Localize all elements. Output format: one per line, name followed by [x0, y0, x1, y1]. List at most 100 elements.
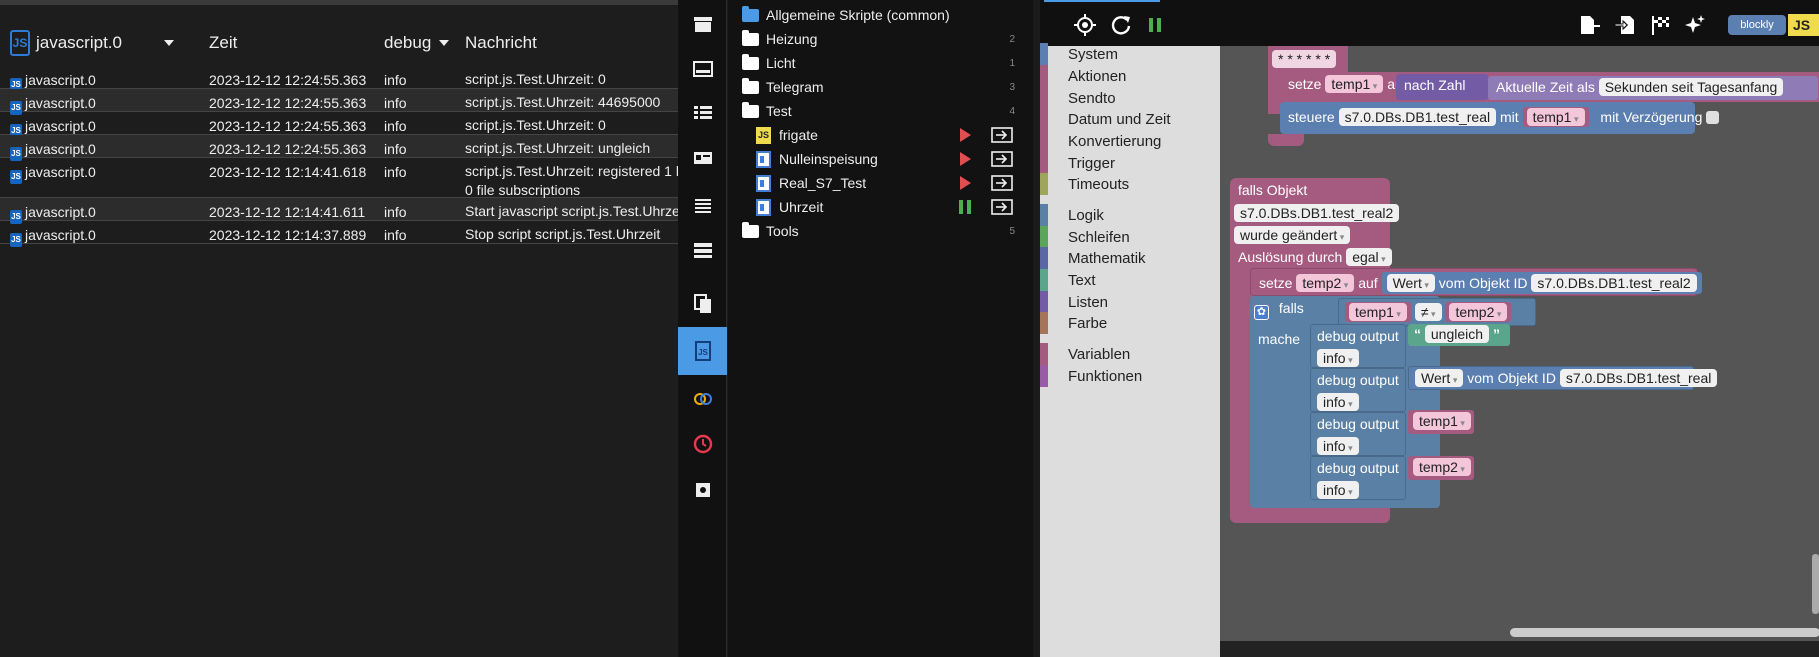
gear-icon[interactable]: ✿ — [1254, 305, 1269, 320]
setze-temp2-block[interactable]: setze temp2 auf Wert vom Objekt ID s7.0.… — [1250, 268, 1702, 296]
tree-folder[interactable]: Tools 5 — [728, 219, 1033, 243]
sparkles-icon[interactable] — [1684, 14, 1706, 36]
toolbox-category[interactable]: Variablen — [1040, 342, 1220, 366]
play-icon[interactable] — [960, 152, 971, 166]
toolbox-category-label: Sendto — [1068, 89, 1116, 107]
changed-field[interactable]: wurde geändert — [1234, 226, 1351, 244]
wert-field[interactable]: Wert — [1386, 274, 1435, 292]
nav-button-javascript[interactable]: JS — [678, 327, 727, 375]
log-level-field[interactable]: info — [1317, 437, 1359, 455]
blockly-workspace[interactable]: * * * * * * setze temp1 auf nach Zahl Ak… — [1220, 46, 1819, 641]
tree-folder[interactable]: Heizung 2 — [728, 27, 1033, 51]
text-value-field[interactable]: ungleich — [1424, 325, 1490, 343]
get-oid-field[interactable]: s7.0.DBs.DB1.test_real2 — [1531, 274, 1697, 292]
debug-block-1[interactable]: debug output info — [1310, 324, 1406, 368]
nav-button-storage[interactable] — [678, 226, 727, 274]
nav-button-rings[interactable] — [678, 375, 727, 423]
tree-script[interactable]: Real_S7_Test — [728, 171, 1033, 195]
steuere-var-field[interactable]: temp1 — [1526, 108, 1585, 126]
export-icon[interactable] — [1578, 14, 1600, 36]
toolbox-category[interactable]: Konvertierung — [1040, 129, 1220, 153]
var-block-temp2[interactable]: temp2 — [1408, 456, 1474, 480]
tree-script[interactable]: Uhrzeit — [728, 195, 1033, 219]
log-message-text: script.js.Test.Uhrzeit: 0 — [465, 71, 606, 87]
restart-icon[interactable] — [1110, 14, 1132, 36]
toolbox-category[interactable]: Aktionen — [1040, 64, 1220, 88]
nav-button-snapshot[interactable] — [678, 466, 727, 514]
delay-checkbox[interactable] — [1706, 111, 1720, 124]
blockly-badge[interactable]: blockly — [1728, 15, 1786, 35]
log-level-field[interactable]: info — [1317, 349, 1359, 367]
tree-item-label: Allgemeine Skripte (common) — [766, 7, 950, 23]
debug-block-2[interactable]: debug output info — [1310, 368, 1406, 412]
log-level: info — [384, 118, 407, 134]
js-language-badge[interactable]: JS — [1788, 14, 1819, 36]
toolbox-category[interactable]: Funktionen — [1040, 364, 1220, 388]
toolbox-category[interactable]: Timeouts — [1040, 172, 1220, 196]
var-block-temp1[interactable]: temp1 — [1408, 410, 1474, 434]
cron-stars-field[interactable]: * * * * * * — [1272, 50, 1337, 68]
export-icon[interactable] — [991, 175, 1013, 191]
compare-operator-field[interactable]: ≠ — [1414, 303, 1442, 321]
pause-icon[interactable] — [959, 200, 971, 214]
nav-button-dashboard[interactable] — [678, 45, 727, 93]
log-message-text: Start javascript script.js.Test.Uhrzeit — [465, 203, 678, 219]
import-icon[interactable] — [1615, 14, 1637, 36]
export-icon[interactable] — [991, 127, 1013, 143]
tree-folder[interactable]: Allgemeine Skripte (common) — [728, 3, 1033, 27]
play-icon[interactable] — [960, 128, 971, 142]
seconds-since-midnight-field[interactable]: Sekunden seit Tagesanfang — [1598, 78, 1784, 96]
export-icon[interactable] — [991, 199, 1013, 215]
vertical-scrollbar[interactable] — [1812, 554, 1819, 614]
toolbox-category[interactable]: Logik — [1040, 203, 1220, 227]
toolbox-category-label: Konvertierung — [1068, 132, 1162, 150]
locate-icon[interactable] — [1074, 14, 1096, 36]
tree-script[interactable]: Nulleinspeisung — [728, 147, 1033, 171]
compare-a-field[interactable]: temp1 — [1349, 303, 1407, 321]
play-icon[interactable] — [960, 176, 971, 190]
tree-folder[interactable]: Test 4 — [728, 99, 1033, 123]
log-level-field[interactable]: info — [1317, 481, 1359, 499]
text-block[interactable]: “ ungleich ” — [1408, 324, 1510, 346]
toolbox-category[interactable]: Farbe — [1040, 311, 1220, 335]
toolbox-category[interactable]: Datum und Zeit — [1040, 107, 1220, 131]
var-temp1-field[interactable]: temp1 — [1325, 75, 1384, 93]
tree-folder[interactable]: Licht 1 — [728, 51, 1033, 75]
nav-button-badge[interactable] — [678, 134, 727, 182]
debug-block-3[interactable]: debug output info — [1310, 412, 1406, 456]
nav-button-history[interactable] — [678, 420, 727, 468]
nav-button-store[interactable] — [678, 0, 727, 48]
toolbox-category[interactable]: System — [1040, 42, 1220, 66]
egal-field[interactable]: egal — [1346, 248, 1392, 266]
nach-zahl-block[interactable]: nach Zahl — [1396, 74, 1488, 100]
col-time-header[interactable]: Zeit — [209, 24, 237, 62]
checkered-flag-icon[interactable] — [1650, 14, 1672, 36]
log-level-field[interactable]: info — [1317, 393, 1359, 411]
nav-button-list[interactable] — [678, 89, 727, 137]
log-level-text: info — [384, 227, 407, 243]
level-filter[interactable]: debug — [384, 24, 450, 62]
debug-block-4[interactable]: debug output info — [1310, 456, 1406, 500]
get-value-block[interactable]: Wert vom Objekt ID s7.0.DBs.DB1.test_rea… — [1408, 366, 1718, 390]
trigger-oid-field[interactable]: s7.0.DBs.DB1.test_real2 — [1234, 204, 1400, 222]
nav-button-lines[interactable] — [678, 182, 727, 230]
var-temp2-field[interactable]: temp2 — [1296, 274, 1355, 292]
ausloesung-row: Auslösung durch egal — [1238, 248, 1392, 266]
export-icon[interactable] — [991, 151, 1013, 167]
horizontal-scrollbar[interactable] — [1510, 628, 1819, 637]
toolbox-category[interactable]: Text — [1040, 268, 1220, 292]
wert-field[interactable]: Wert — [1415, 369, 1464, 387]
instance-filter[interactable]: JS javascript.0 — [10, 24, 174, 62]
pause-icon[interactable] — [1144, 14, 1166, 36]
nav-button-copy[interactable] — [678, 280, 727, 328]
current-time-block[interactable]: Aktuelle Zeit als Sekunden seit Tagesanf… — [1488, 76, 1818, 100]
col-message-header[interactable]: Nachricht — [465, 24, 537, 62]
get-oid-field[interactable]: s7.0.DBs.DB1.test_real — [1559, 369, 1718, 387]
compare-b-field[interactable]: temp2 — [1449, 303, 1508, 321]
compare-block[interactable]: temp1 ≠ temp2 — [1338, 298, 1536, 326]
tree-folder[interactable]: Telegram 3 — [728, 75, 1033, 99]
steuere-oid-field[interactable]: s7.0.DBs.DB1.test_real — [1338, 108, 1497, 126]
tree-script[interactable]: JS frigate — [728, 123, 1033, 147]
toolbox-category[interactable]: Mathematik — [1040, 246, 1220, 270]
steuere-block[interactable]: steuere s7.0.DBs.DB1.test_real mit temp1… — [1280, 102, 1720, 134]
